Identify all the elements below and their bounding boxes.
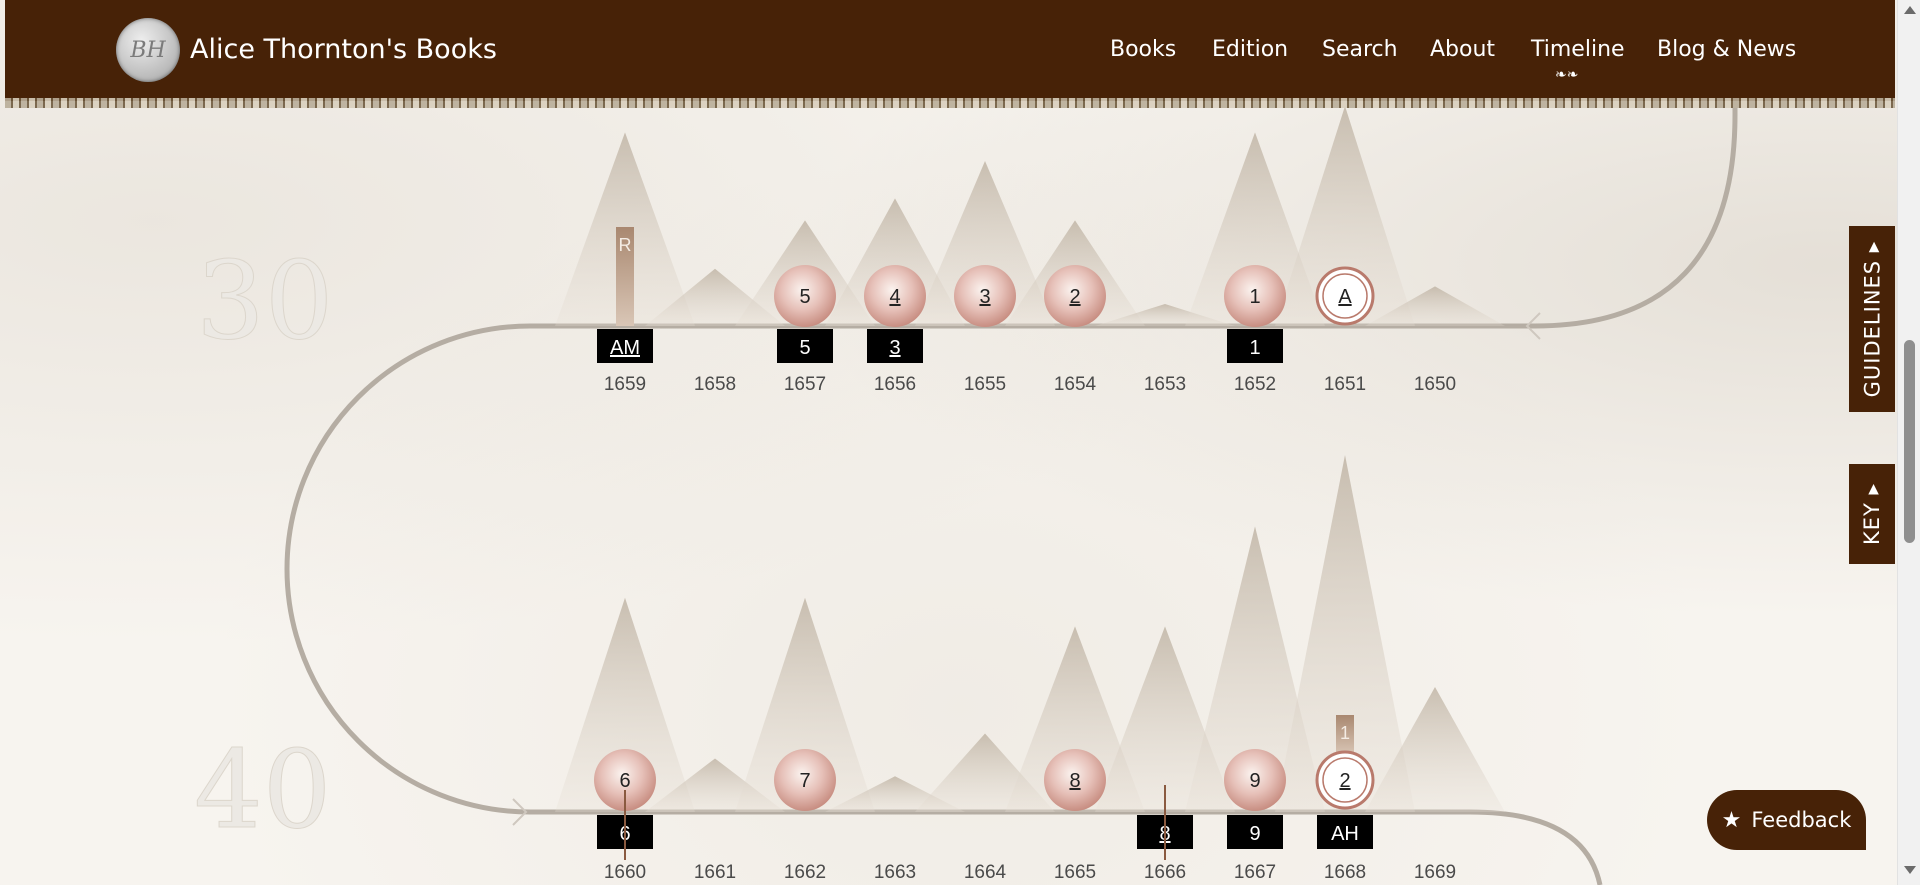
- event-flag-label: 1: [1340, 723, 1350, 743]
- scroll-thumb[interactable]: [1904, 340, 1915, 543]
- guidelines-tab[interactable]: GUIDELINES ▸: [1849, 226, 1895, 412]
- book-circle-label: A: [1338, 286, 1352, 308]
- nav-blog-news[interactable]: Blog & News: [1657, 37, 1796, 62]
- book-circle-label: 7: [799, 770, 810, 792]
- year-label: 1651: [1324, 374, 1366, 395]
- book-circle[interactable]: 2: [1315, 750, 1375, 810]
- nav-timeline[interactable]: Timeline: [1531, 37, 1625, 62]
- year-label: 1659: [604, 374, 646, 395]
- book-circle-label: 3: [979, 286, 990, 308]
- year-label: 1658: [694, 374, 736, 395]
- book-circle[interactable]: 4: [864, 265, 926, 327]
- event-box-label: AM: [610, 337, 640, 359]
- book-circle[interactable]: 7: [774, 749, 836, 811]
- guidelines-tab-label: GUIDELINES ▸: [1860, 240, 1885, 398]
- book-circle-label: 2: [1339, 770, 1350, 792]
- event-box[interactable]: AM: [597, 329, 653, 363]
- page-scrollbar[interactable]: [1897, 0, 1920, 885]
- year-label: 1668: [1324, 862, 1366, 883]
- book-circle[interactable]: 2: [1044, 265, 1106, 327]
- book-circle-label: 8: [1069, 770, 1080, 792]
- event-box-label: 9: [1249, 823, 1260, 845]
- star-icon: ★: [1721, 807, 1742, 833]
- book-circle[interactable]: 5: [774, 265, 836, 327]
- year-label: 1663: [874, 862, 916, 883]
- event-box-label: AH: [1331, 823, 1359, 845]
- book-circle[interactable]: 8: [1044, 749, 1106, 811]
- scroll-down-icon[interactable]: [1904, 866, 1916, 874]
- age-marker-40: 40: [194, 728, 331, 853]
- book-circle-label: 4: [889, 286, 900, 308]
- event-box-label: 1: [1249, 337, 1260, 359]
- book-circle-label: 2: [1069, 286, 1080, 308]
- event-box[interactable]: 3: [867, 329, 923, 363]
- book-circle-label: 6: [619, 770, 630, 792]
- flourish-icon: ❧❧: [1555, 66, 1579, 82]
- event-flag-label: R: [619, 235, 632, 255]
- year-label: 1655: [964, 374, 1006, 395]
- year-label: 1661: [694, 862, 736, 883]
- book-circle[interactable]: 9: [1224, 749, 1286, 811]
- event-box[interactable]: 5: [777, 329, 833, 363]
- event-box-label: 5: [799, 337, 810, 359]
- year-label: 1665: [1054, 862, 1096, 883]
- year-label: 1652: [1234, 374, 1276, 395]
- nav-books[interactable]: Books: [1110, 37, 1176, 62]
- nav-about[interactable]: About: [1430, 37, 1495, 62]
- key-tab-label: KEY ▸: [1860, 482, 1884, 546]
- year-label: 1660: [604, 862, 646, 883]
- book-circle-label: 5: [799, 286, 810, 308]
- year-label: 1650: [1414, 374, 1456, 395]
- scroll-up-icon[interactable]: [1904, 6, 1916, 14]
- book-circle[interactable]: 1: [1224, 265, 1286, 327]
- event-box-label: 3: [889, 337, 900, 359]
- year-label: 1667: [1234, 862, 1276, 883]
- age-marker-30: 30: [196, 239, 333, 364]
- year-label: 1662: [784, 862, 826, 883]
- event-box[interactable]: 1: [1227, 329, 1283, 363]
- nav-edition[interactable]: Edition: [1212, 37, 1288, 62]
- book-circle-label: 9: [1249, 770, 1260, 792]
- year-label: 1666: [1144, 862, 1186, 883]
- book-circle-label: 1: [1249, 286, 1260, 308]
- key-tab[interactable]: KEY ▸: [1849, 464, 1895, 564]
- year-label: 1664: [964, 862, 1007, 883]
- year-label: 1653: [1144, 374, 1186, 395]
- event-box[interactable]: AH: [1317, 815, 1373, 849]
- year-label: 1654: [1054, 374, 1097, 395]
- book-circle[interactable]: 3: [954, 265, 1016, 327]
- year-label: 1657: [784, 374, 826, 395]
- timeline-chart: 30 40 1659 1658 1657 1656 1655 1654 1653 1652 16…: [194, 106, 1738, 885]
- event-box[interactable]: 9: [1227, 815, 1283, 849]
- year-label: 1669: [1414, 862, 1456, 883]
- year-label: 1656: [874, 374, 916, 395]
- feedback-label: Feedback: [1751, 808, 1852, 832]
- header-trim: [5, 98, 1895, 108]
- feedback-button[interactable]: ★ Feedback: [1707, 790, 1866, 850]
- site-logo[interactable]: BH: [116, 18, 180, 82]
- site-title[interactable]: Alice Thornton's Books: [190, 34, 497, 65]
- nav-search[interactable]: Search: [1322, 37, 1398, 62]
- book-circle[interactable]: A: [1315, 266, 1375, 326]
